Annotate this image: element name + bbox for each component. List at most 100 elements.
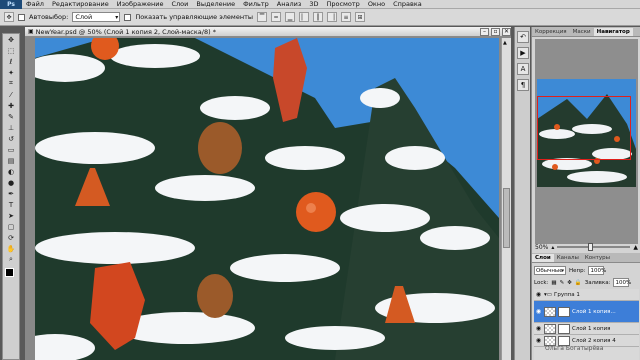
minimize-icon[interactable]: – [480, 27, 489, 36]
distribute-icon[interactable]: ≡ [341, 12, 351, 22]
align-right-icon[interactable]: ▕ [327, 12, 337, 22]
layer-mask-thumbnail[interactable] [558, 335, 570, 346]
layer-thumbnail [544, 335, 556, 346]
layer-row-selected[interactable]: ◉ Слой 1 копия... [534, 301, 639, 323]
blur-icon[interactable]: ◐ [3, 166, 19, 177]
menu-layers[interactable]: Слои [167, 0, 192, 9]
menu-filter[interactable]: Фильтр [239, 0, 273, 9]
zoom-icon[interactable]: ⌕ [3, 254, 19, 265]
navigator-preview[interactable] [535, 39, 638, 244]
healing-icon[interactable]: ✚ [3, 100, 19, 111]
lock-label: Lock: [534, 279, 549, 286]
scroll-up-icon[interactable]: ▲ [503, 40, 510, 48]
align-bottom-icon[interactable]: ▁ [285, 12, 295, 22]
align-top-icon[interactable]: ▔ [257, 12, 267, 22]
foreground-color[interactable] [5, 268, 14, 277]
document-title: NewYear.psd @ 50% (Слой 1 копия 2, Слой-… [35, 27, 216, 36]
align-center-icon[interactable]: ║ [313, 12, 323, 22]
scroll-thumb[interactable] [503, 188, 510, 248]
actions-icon[interactable]: ▶ [517, 47, 529, 59]
crop-icon[interactable]: ⌗ [3, 78, 19, 89]
gradient-icon[interactable]: ▤ [3, 155, 19, 166]
type-icon[interactable]: T [3, 199, 19, 210]
collapsed-panel-dock: ↶ ▶ A ¶ [514, 27, 530, 360]
auto-align-icon[interactable]: ⊞ [355, 12, 365, 22]
layer-mask-thumbnail[interactable] [558, 306, 570, 317]
zoom-value[interactable]: 50% [535, 244, 548, 251]
close-icon[interactable]: ✕ [502, 27, 511, 36]
show-controls-checkbox[interactable] [124, 13, 132, 21]
blend-mode-dropdown[interactable]: Обычные [534, 266, 566, 275]
tab-layers[interactable]: Слои [532, 254, 554, 262]
document-title-bar: ▣ NewYear.psd @ 50% (Слой 1 копия 2, Сло… [25, 27, 511, 37]
autoselect-checkbox[interactable] [18, 13, 25, 21]
history-icon[interactable]: ↶ [517, 31, 529, 43]
brush-icon[interactable]: ✎ [3, 111, 19, 122]
document-window: ▣ NewYear.psd @ 50% (Слой 1 копия 2, Сло… [25, 27, 511, 360]
vertical-scrollbar[interactable]: ▲ [501, 38, 511, 360]
layer-name: Группа 1 [553, 291, 580, 298]
opacity-field[interactable]: 100% [588, 266, 606, 275]
shape-icon[interactable]: ▢ [3, 221, 19, 232]
menu-window[interactable]: Окно [364, 0, 389, 9]
lock-all-icon[interactable]: 🔒 [575, 280, 582, 286]
autoselect-dropdown[interactable]: Слой [72, 12, 121, 22]
menu-edit[interactable]: Редактирование [48, 0, 113, 9]
eye-icon[interactable]: ◉ [535, 308, 542, 315]
move-icon[interactable]: ✥ [3, 34, 19, 45]
zoom-in-icon[interactable]: ▲ [633, 244, 638, 251]
layer-row[interactable]: ◉ Слой 1 копия [534, 323, 639, 335]
align-middle-icon[interactable]: ═ [271, 12, 281, 22]
path-select-icon[interactable]: ➤ [3, 210, 19, 221]
character-icon[interactable]: A [517, 63, 529, 75]
menu-file[interactable]: Файл [22, 0, 48, 9]
menu-select[interactable]: Выделение [192, 0, 239, 9]
dodge-icon[interactable]: ● [3, 177, 19, 188]
fill-field[interactable]: 100% [613, 278, 631, 287]
align-left-icon[interactable]: ▏ [299, 12, 309, 22]
eye-icon[interactable]: ◉ [535, 325, 542, 332]
lasso-icon[interactable]: ℓ [3, 56, 19, 67]
menu-help[interactable]: Справка [389, 0, 426, 9]
tab-paths[interactable]: Контуры [582, 254, 613, 262]
eyedropper-icon[interactable]: ⁄ [3, 89, 19, 100]
zoom-slider-knob[interactable] [588, 243, 594, 251]
menu-analysis[interactable]: Анализ [273, 0, 306, 9]
options-bar: ✥ Автовыбор: Слой Показать управляющие э… [0, 9, 640, 26]
maximize-icon[interactable]: ▫ [491, 27, 500, 36]
zoom-out-icon[interactable]: ▴ [551, 244, 554, 251]
eye-icon[interactable]: ◉ [535, 291, 542, 298]
magic-wand-icon[interactable]: ✦ [3, 67, 19, 78]
paragraph-icon[interactable]: ¶ [517, 79, 529, 91]
hand-icon[interactable]: ✋ [3, 243, 19, 254]
3d-rotate-icon[interactable]: ⟳ [3, 232, 19, 243]
stamp-icon[interactable]: ⊥ [3, 122, 19, 133]
eye-icon[interactable]: ◉ [535, 337, 542, 344]
move-tool-icon[interactable]: ✥ [4, 12, 14, 22]
lock-paint-icon[interactable]: ✎ [560, 280, 565, 286]
winter-tree-photo [35, 38, 499, 360]
navigator-zoom-row: 50% ▴ ▲ [535, 242, 638, 252]
navigator-view-box[interactable] [537, 96, 631, 160]
eraser-icon[interactable]: ▭ [3, 144, 19, 155]
layer-thumbnail [544, 323, 556, 334]
menu-bar: Ps Файл Редактирование Изображение Слои … [0, 0, 640, 9]
menu-view[interactable]: Просмотр [322, 0, 363, 9]
lock-transparency-icon[interactable]: ▦ [551, 280, 556, 286]
zoom-slider[interactable] [557, 243, 631, 251]
tab-navigator[interactable]: Навигатор [593, 28, 633, 36]
menu-image[interactable]: Изображение [113, 0, 168, 9]
lock-move-icon[interactable]: ✥ [567, 280, 572, 286]
menu-3d[interactable]: 3D [305, 0, 322, 9]
color-swatches[interactable] [3, 267, 19, 283]
layer-name: Слой 1 копия... [572, 308, 616, 315]
tab-masks[interactable]: Маски [570, 28, 594, 36]
history-brush-icon[interactable]: ↺ [3, 133, 19, 144]
layer-row[interactable]: ◉ ▾▭ Группа 1 [534, 289, 639, 301]
tab-channels[interactable]: Каналы [554, 254, 582, 262]
marquee-icon[interactable]: ⬚ [3, 45, 19, 56]
image-canvas[interactable] [35, 38, 499, 360]
tab-adjustments[interactable]: Коррекция [532, 28, 570, 36]
pen-icon[interactable]: ✒ [3, 188, 19, 199]
layer-mask-thumbnail[interactable] [558, 323, 570, 334]
